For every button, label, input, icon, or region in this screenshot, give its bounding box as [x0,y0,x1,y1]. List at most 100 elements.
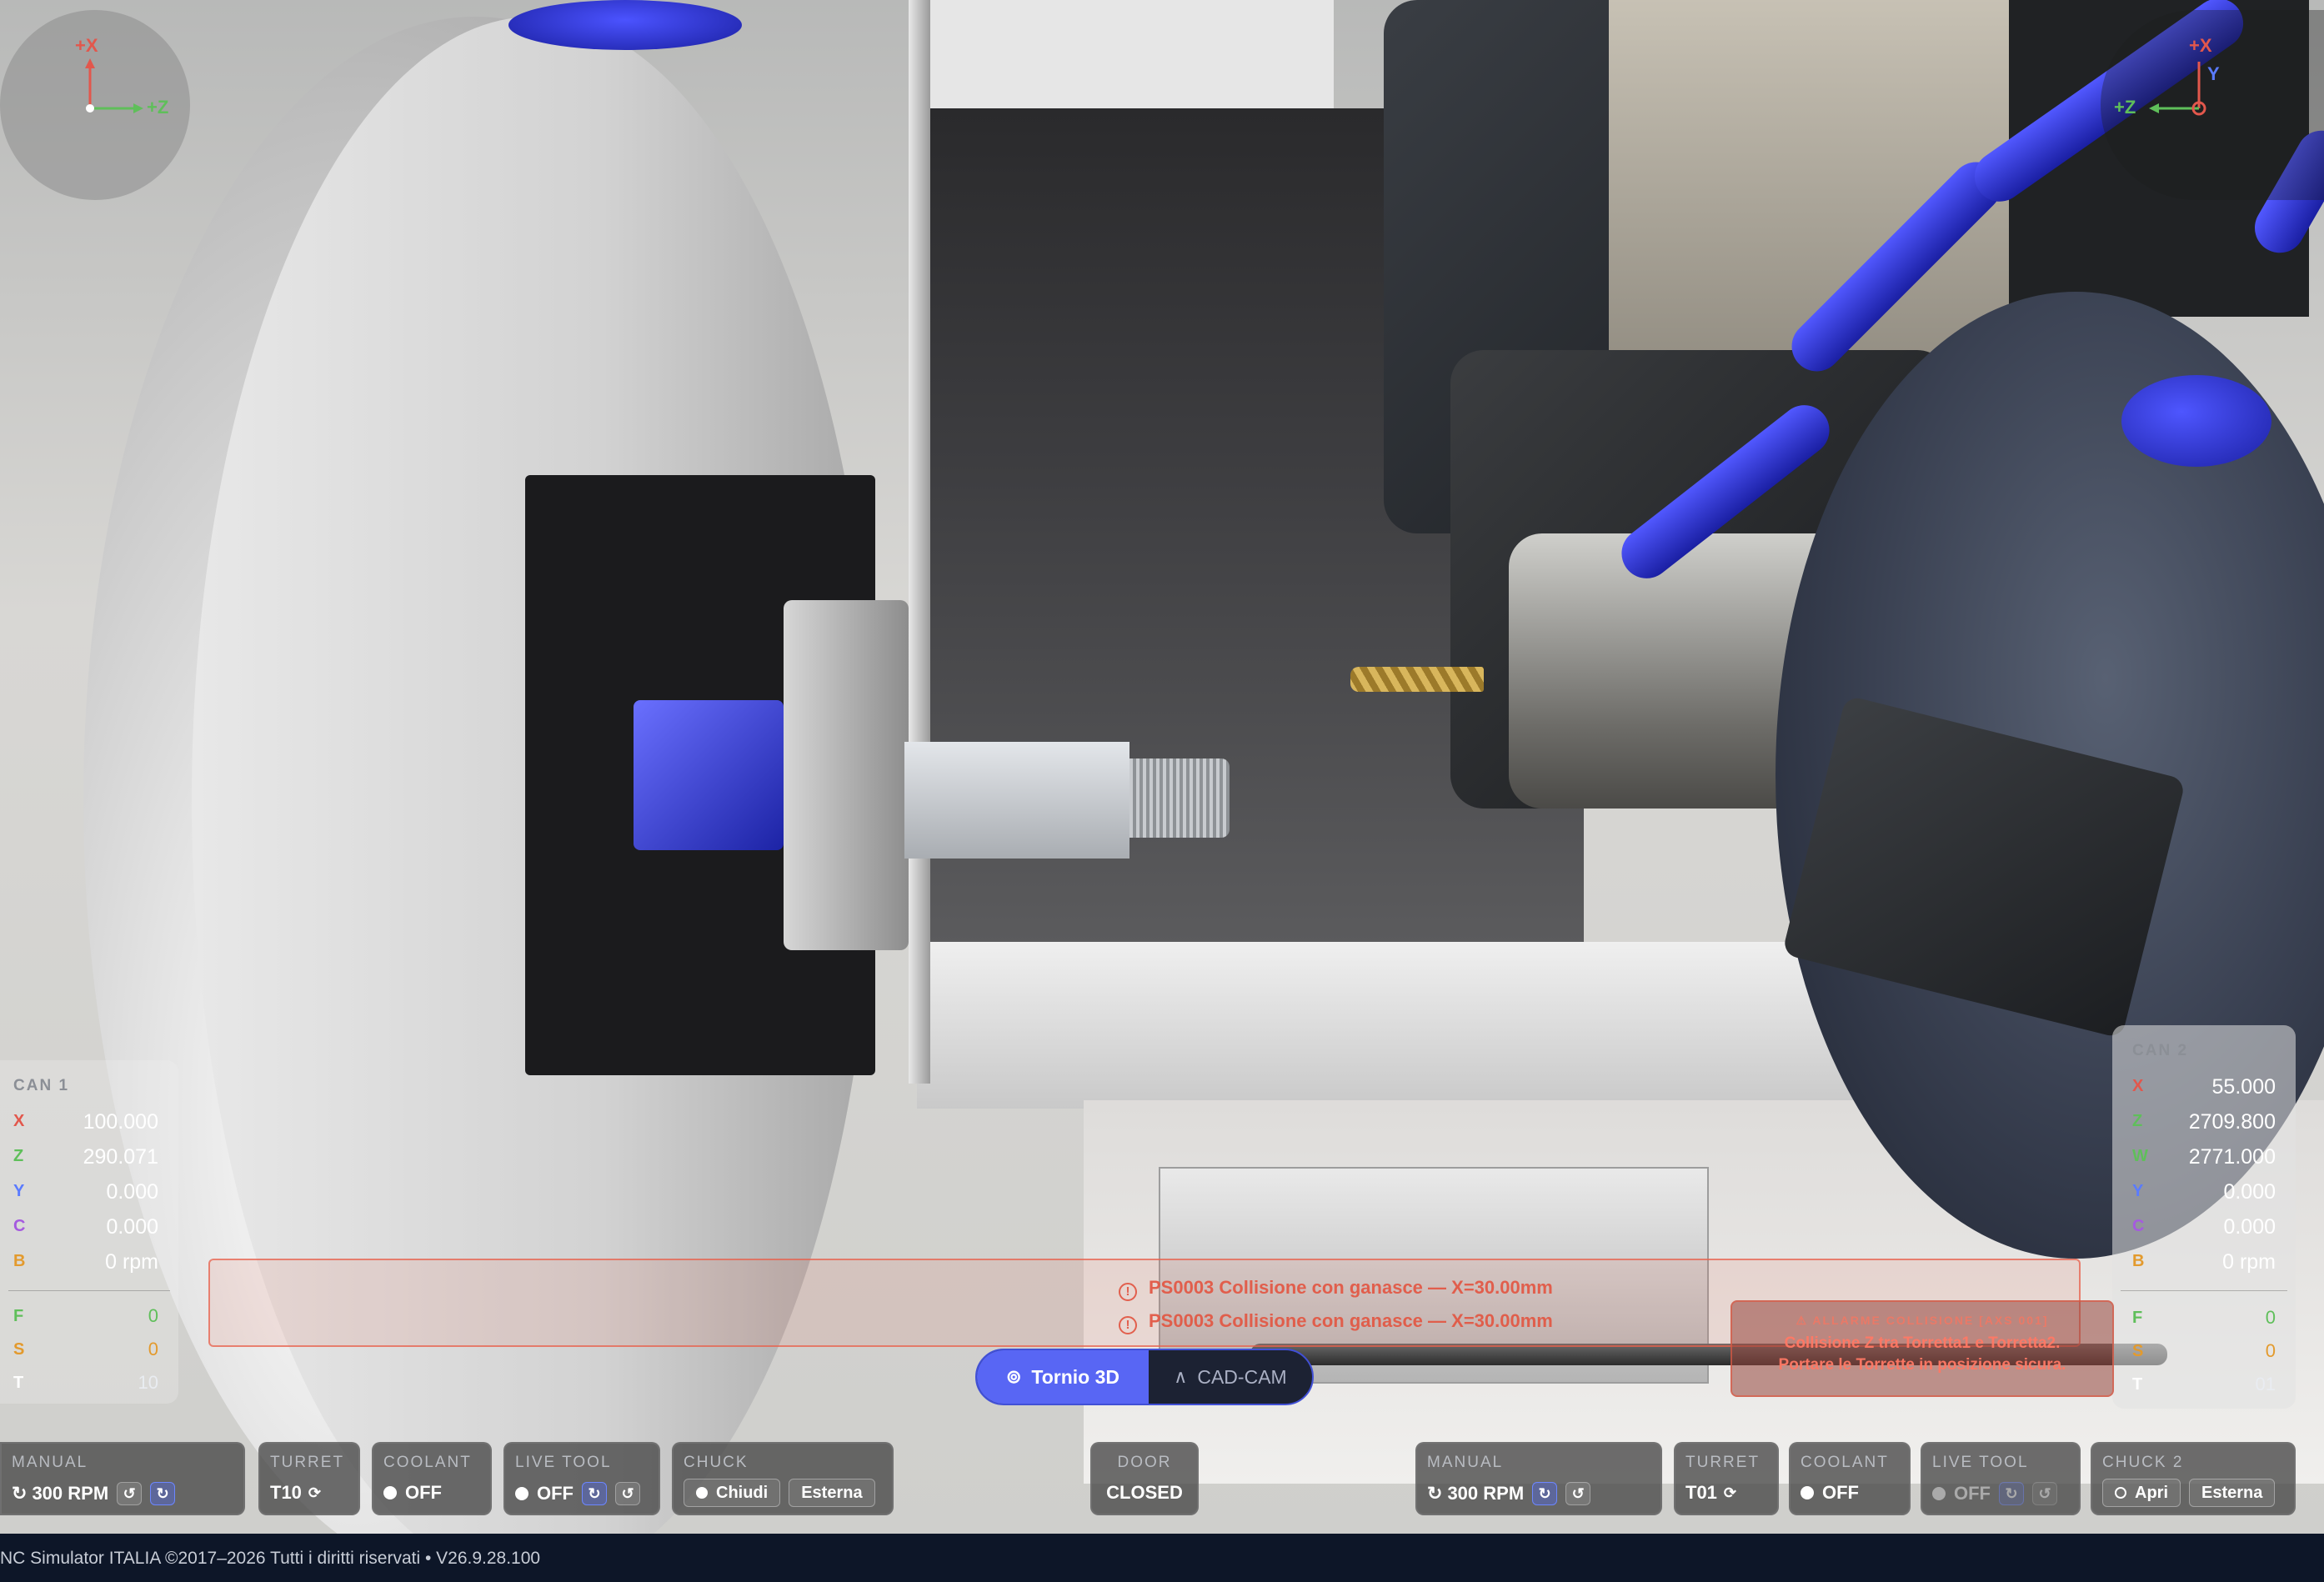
chuck-toggle-button[interactable]: Chiudi [684,1479,781,1507]
gizmo-z-label: +Z [2114,97,2136,118]
axis-value: 0 [2265,1307,2276,1328]
turret-pod-right[interactable]: TURRET T01 ⟳ [1674,1442,1779,1515]
axis-value: 0 [148,1305,158,1326]
pod-title: MANUAL [1427,1454,1504,1471]
coolant-value: OFF [1822,1482,1859,1503]
dro-row-c: C 0.000 [0,1212,178,1247]
pod-title: CHUCK [684,1454,749,1471]
pod-title: TURRET [270,1454,345,1471]
dro-row-x: X 55.000 [2112,1072,2296,1107]
rotate-cw-button[interactable]: ↻ [150,1482,176,1505]
axis-label: F [13,1307,24,1325]
axis-label: B [2132,1252,2145,1270]
pod-value: T01 ⟳ [1685,1482,1736,1504]
axis-value: 100.000 [83,1110,158,1134]
axis-label: X [13,1112,25,1130]
machine-frame-top [917,0,1334,117]
pod-value: OFF ↻ ↺ [1932,1482,2057,1505]
dro-row-z: Z 290.071 [0,1142,178,1177]
live-tool-cw-button[interactable]: ↻ [1999,1482,2024,1505]
axis-value: 2709.800 [2188,1110,2276,1134]
axis-value: 01 [2255,1374,2276,1394]
workpiece-flange [784,600,909,950]
tab-tornio-3d[interactable]: ⊚ Tornio 3D [977,1350,1149,1404]
axis-gizmo-right[interactable]: +X Y +Z [2101,10,2324,200]
drill-tool [1350,667,1484,692]
axis-value: 290.071 [83,1145,158,1169]
live-tool-cw-button[interactable]: ↻ [582,1482,607,1505]
dro-row-x: X 100.000 [0,1107,178,1142]
pod-value: Chiudi Esterna [684,1479,884,1507]
axis-value: 0.000 [2223,1180,2276,1204]
rotate-ccw-button[interactable]: ↺ [117,1482,143,1505]
mode-switch: ⊚ Tornio 3D ∧ CAD-CAM [975,1349,1314,1405]
alarm-text: PS0003 Collisione con ganasce — X=30.00m… [1149,1310,1553,1331]
dro-row-t: T 01 [2112,1370,2296,1405]
dro-row-b: B 0 rpm [0,1247,178,1282]
alert-icon: ! [1119,1283,1137,1301]
axis-label: T [2132,1375,2143,1394]
axis-label: X [2132,1077,2144,1095]
axis-value: 0 rpm [2222,1250,2276,1274]
dro-row-f: F0 [2112,1304,2296,1339]
rotate-cw-button[interactable]: ↻ [1532,1482,1558,1505]
turret-index-icon: ⟳ [1723,1484,1737,1501]
dro-row-s: S0 [0,1335,178,1370]
axis-value: 2771.000 [2188,1145,2276,1169]
turret-pod-left[interactable]: TURRET T10 ⟳ [258,1442,360,1515]
live-tool-value: OFF [1954,1483,1991,1504]
turret-index-icon: ⟳ [308,1484,322,1501]
chuck-mode: Esterna [801,1483,863,1502]
chuck-blue-cap [508,0,742,50]
chuck2-toggle-button[interactable]: Apri [2102,1479,2181,1507]
pod-value: Apri Esterna [2102,1479,2283,1507]
axis-gizmo-left[interactable]: +X +Z [0,10,190,200]
rotate-ccw-button[interactable]: ↺ [1565,1482,1591,1505]
coolant-pod-right[interactable]: COOLANT OFF [1789,1442,1911,1515]
axis-label: Z [13,1147,24,1165]
alert-icon: ! [1119,1316,1137,1334]
axis-label: Y [13,1182,25,1200]
collision-alarm-box: ⚠ ALLARME COLLISIONE [AXS 001] Collision… [1730,1300,2114,1397]
axis-label: Y [2132,1182,2144,1200]
lathe-3d-icon: ⊚ [1005,1366,1022,1387]
tab-label: CAD-CAM [1197,1365,1287,1388]
chuck2-pod: CHUCK 2 Apri Esterna [2091,1442,2296,1515]
spindle-rotate-icon: ↻ [12,1483,28,1504]
axis-label: C [2132,1217,2145,1235]
axis-value: 0.000 [106,1215,158,1239]
door-value: CLOSED [1106,1482,1183,1503]
axis-label: Z [2132,1112,2143,1130]
dro-row-t: T 10 [0,1369,178,1404]
dro-panel-channel-2: CAN 2 X 55.000 Z 2709.800 W 2771.000 Y 0.000… [2112,1025,2296,1409]
live-tool-ccw-button[interactable]: ↺ [615,1482,640,1505]
chuck-mode-button[interactable]: Esterna [789,1479,875,1507]
status-dot-icon [515,1487,528,1500]
dro-row-f: F0 [0,1302,178,1337]
live-tool-value: OFF [537,1483,573,1504]
status-dot-icon [2115,1487,2126,1499]
dro-title: CAN 1 [13,1077,70,1094]
axis-value: 0.000 [2223,1215,2276,1239]
coolant-pod-left[interactable]: COOLANT OFF [372,1442,492,1515]
axis-value: 0 [148,1339,158,1359]
axis-label: F [2132,1309,2143,1327]
axis-label: S [13,1340,25,1359]
dro-row-c: C 0.000 [2112,1212,2296,1247]
gizmo-y-label: Y [2207,63,2220,84]
door-pod[interactable]: DOOR CLOSED [1090,1442,1199,1515]
chuck2-mode-button[interactable]: Esterna [2189,1479,2276,1507]
workpiece-shaft [904,742,1129,859]
pod-title: COOLANT [1801,1454,1889,1471]
coolant-value: OFF [405,1482,442,1503]
axis-label: C [13,1217,26,1235]
live-tool-ccw-button[interactable]: ↺ [2032,1482,2057,1505]
lathe-3d-viewport[interactable]: +X +Z +X Y +Z CAN 1 X 100.000 Z 290.071 Y0… [0,0,2324,1534]
workpiece-thread [1129,758,1230,838]
tab-cad-cam[interactable]: ∧ CAD-CAM [1149,1350,1312,1404]
pod-value: ↻ 300 RPM ↺ ↻ [12,1482,176,1505]
chuck2-blue-cap [2121,375,2271,467]
chuck-pod-left: CHUCK Chiudi Esterna [672,1442,894,1515]
axis-value: 10 [138,1372,158,1393]
chuck-jaw-insert [634,700,784,850]
